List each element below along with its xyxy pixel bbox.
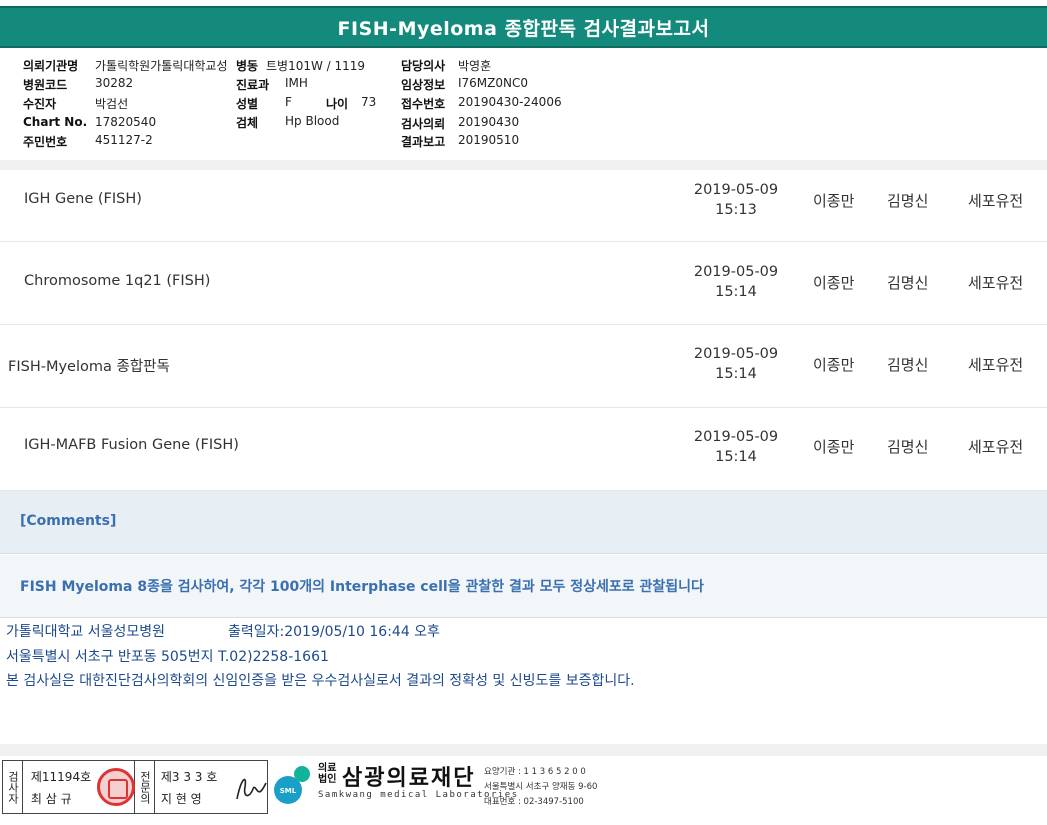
result-row[interactable]: Chromosome 1q21 (FISH) 2019-05-09 15:14 … xyxy=(0,243,1047,325)
specimen-label: 검체 xyxy=(236,116,259,130)
department-name: 세포유전 xyxy=(968,438,1024,456)
age-value: 73 xyxy=(361,95,377,109)
department-name: 세포유전 xyxy=(968,192,1024,210)
result-time: 15:14 xyxy=(715,449,757,465)
sex-label: 성별 xyxy=(236,97,259,111)
test-name: IGH-MAFB Fusion Gene (FISH) xyxy=(24,437,239,453)
result-time: 15:13 xyxy=(715,202,757,218)
org-address: 서울특별시 서초구 양재동 9-60 xyxy=(484,782,598,792)
patient-label: 수진자 xyxy=(23,97,57,111)
result-datetime: 2019-05-09 15:13 xyxy=(676,180,796,220)
result-time: 15:14 xyxy=(715,366,757,382)
specialist-label: 전문의 xyxy=(135,761,155,813)
specimen-value: Hp Blood xyxy=(285,114,340,128)
seal-stamp-icon xyxy=(96,768,135,806)
result-datetime: 2019-05-09 15:14 xyxy=(676,344,796,384)
comments-body: FISH Myeloma 8종을 검사하여, 각각 100개의 Interpha… xyxy=(0,555,1047,618)
clinical-value: I76MZ0NC0 xyxy=(458,76,529,90)
comments-header: [Comments] xyxy=(0,491,1047,554)
patient-info-block: 의뢰기관명 가톨릭학원가톨릭대학교성 병동 트병101W / 1119 담당의사… xyxy=(0,55,1047,155)
result-row[interactable]: IGH Gene (FISH) 2019-05-09 15:13 이종만 김명신… xyxy=(0,170,1047,242)
result-date: 2019-05-09 xyxy=(693,429,779,445)
sex-value: F xyxy=(285,95,292,109)
clinical-label: 임상정보 xyxy=(401,78,446,92)
examiner-label-text: 검사자 xyxy=(6,770,20,804)
receipt-label: 접수번호 xyxy=(401,97,446,111)
reviewer-name: 김명신 xyxy=(887,356,929,374)
org-phone: 대표번호 : 02-3497-5100 xyxy=(484,797,584,807)
result-date: 2019-05-09 xyxy=(693,264,779,280)
result-date: 2019-05-09 xyxy=(693,182,779,198)
department-name: 세포유전 xyxy=(968,274,1024,292)
org-prefix-line2: 법인 xyxy=(318,774,337,785)
footer-print-date: 출력일자:2019/05/10 16:44 오후 xyxy=(228,624,440,640)
department-label: 진료과 xyxy=(236,78,270,92)
result-date: 2019-05-09 xyxy=(693,346,779,362)
hospital-code-label: 병원코드 xyxy=(23,78,68,92)
report-title: FISH-Myeloma 종합판독 검사결과보고서 xyxy=(337,17,710,40)
org-prefix: 의료 법인 xyxy=(318,763,336,785)
org-code: 요양기관 : 1 1 3 6 5 2 0 0 xyxy=(484,767,586,777)
id-label: 주민번호 xyxy=(23,135,68,149)
comments-text: FISH Myeloma 8종을 검사하여, 각각 100개의 Interpha… xyxy=(20,579,704,595)
handwritten-signature-icon xyxy=(236,778,267,800)
technician-name: 이종만 xyxy=(813,356,855,374)
examiner-number: 제11194호 xyxy=(30,770,92,784)
comments-heading: [Comments] xyxy=(20,513,117,529)
footer-address: 서울특별시 서초구 반포동 505번지 T.02)2258-1661 xyxy=(6,649,329,665)
technician-name: 이종만 xyxy=(813,274,855,292)
org-prefix-line1: 의료 xyxy=(318,763,337,774)
department-value: IMH xyxy=(285,76,308,90)
footer-hospital: 가톨릭대학교 서울성모병원 xyxy=(6,624,166,640)
hospital-code-value: 30282 xyxy=(95,76,134,90)
technician-name: 이종만 xyxy=(813,438,855,456)
reviewer-name: 김명신 xyxy=(887,438,929,456)
result-datetime: 2019-05-09 15:14 xyxy=(676,262,796,302)
doctor-label: 담당의사 xyxy=(401,59,446,73)
report-value: 20190510 xyxy=(458,133,520,147)
specialist-name: 지 현 영 xyxy=(160,792,202,806)
examiner-name: 최 삼 규 xyxy=(30,792,72,806)
footer-certification: 본 검사실은 대한진단검사의학회의 신임인증을 받은 우수검사실로서 결과의 정… xyxy=(6,673,635,689)
signature-box: 검사자 제11194호 최 삼 규 전문의 제3 3 3 호 지 현 영 xyxy=(2,760,268,814)
specialist-cell: 제3 3 3 호 지 현 영 xyxy=(155,761,267,813)
specialist-number: 제3 3 3 호 xyxy=(160,770,218,784)
examiner-label: 검사자 xyxy=(3,761,23,813)
ward-label: 병동 xyxy=(236,59,259,73)
result-row[interactable]: FISH-Myeloma 종합판독 2019-05-09 15:14 이종만 김… xyxy=(0,326,1047,408)
specialist-label-text: 전문의 xyxy=(138,770,152,804)
reviewer-name: 김명신 xyxy=(887,274,929,292)
test-name: IGH Gene (FISH) xyxy=(24,191,142,207)
divider-bar xyxy=(0,744,1047,756)
reviewer-name: 김명신 xyxy=(887,192,929,210)
result-datetime: 2019-05-09 15:14 xyxy=(676,427,796,467)
report-title-bar: FISH-Myeloma 종합판독 검사결과보고서 xyxy=(0,6,1047,48)
institution-value: 가톨릭학원가톨릭대학교성 xyxy=(95,59,228,73)
id-value: 451127-2 xyxy=(95,133,153,147)
logo-text: SML xyxy=(280,787,297,795)
receipt-value: 20190430-24006 xyxy=(458,95,562,109)
result-row[interactable]: IGH-MAFB Fusion Gene (FISH) 2019-05-09 1… xyxy=(0,409,1047,491)
sml-logo-icon: SML xyxy=(274,766,310,804)
test-name: Chromosome 1q21 (FISH) xyxy=(24,273,211,289)
result-time: 15:14 xyxy=(715,284,757,300)
chart-label: Chart No. xyxy=(23,115,88,129)
chart-value: 17820540 xyxy=(95,115,157,129)
examiner-cell: 제11194호 최 삼 규 xyxy=(23,761,135,813)
request-value: 20190430 xyxy=(458,115,520,129)
request-label: 검사의뢰 xyxy=(401,117,446,131)
report-label: 결과보고 xyxy=(401,135,446,149)
technician-name: 이종만 xyxy=(813,192,855,210)
org-name: 삼광의료재단 xyxy=(342,766,476,791)
patient-value: 박검선 xyxy=(95,97,129,111)
department-name: 세포유전 xyxy=(968,356,1024,374)
institution-label: 의뢰기관명 xyxy=(23,59,79,73)
divider-bar xyxy=(0,160,1047,170)
doctor-value: 박영훈 xyxy=(458,59,492,73)
age-label: 나이 xyxy=(326,97,349,111)
test-name: FISH-Myeloma 종합판독 xyxy=(8,359,170,375)
ward-value: 트병101W / 1119 xyxy=(266,59,366,73)
